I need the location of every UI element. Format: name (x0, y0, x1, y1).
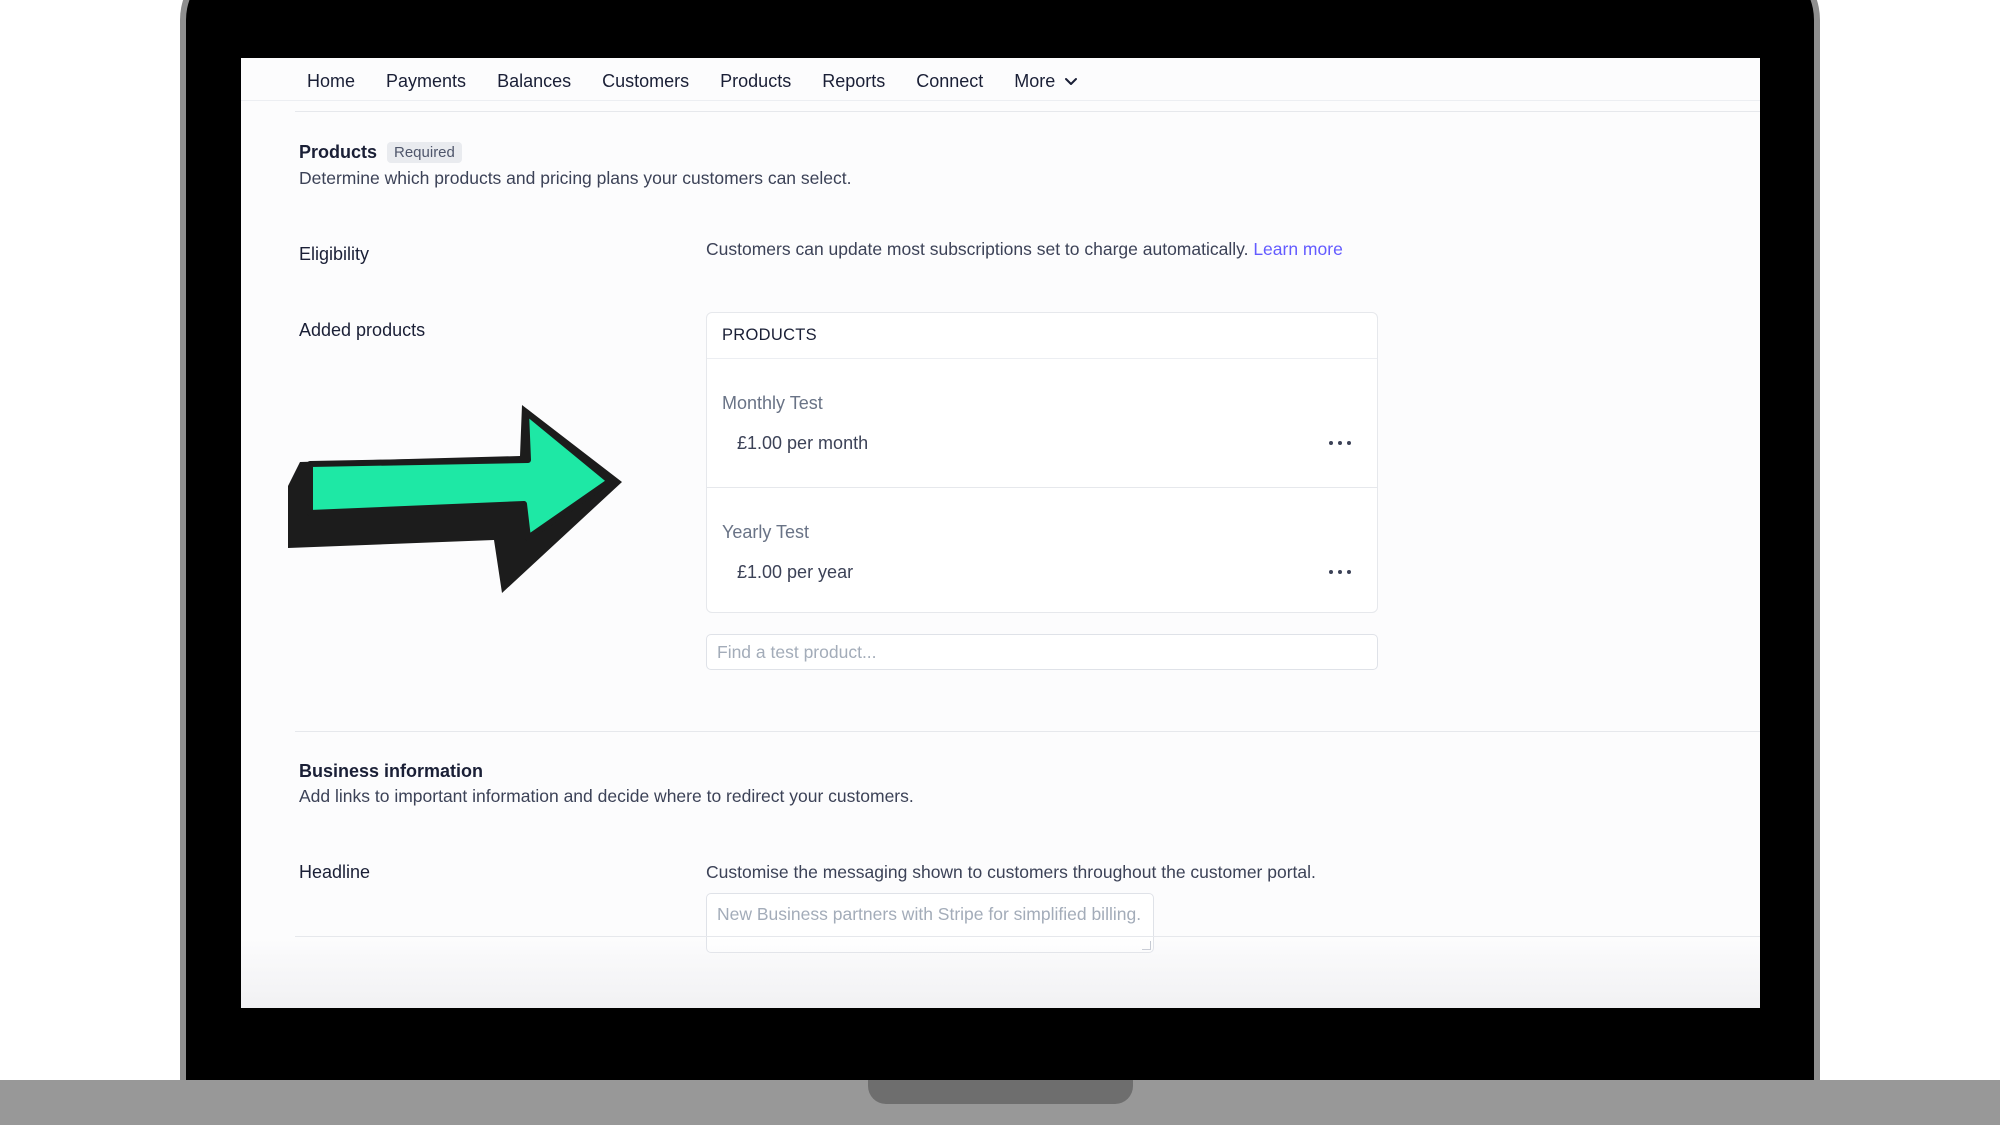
headline-description: Customise the messaging shown to custome… (706, 862, 1316, 882)
product-price: £1.00 per month (737, 433, 869, 453)
nav-home[interactable]: Home (307, 71, 355, 92)
top-nav: Home Payments Balances Customers Product… (307, 66, 1079, 96)
nav-payments[interactable]: Payments (386, 71, 466, 92)
more-actions-icon[interactable] (1329, 435, 1351, 451)
product-name: Monthly Test (722, 393, 823, 413)
nav-more-label: More (1014, 70, 1056, 91)
products-table-header: PRODUCTS (707, 313, 1377, 359)
nav-balances[interactable]: Balances (497, 71, 571, 92)
screen-bottom-fade (241, 938, 1760, 1008)
business-section-title: Business information (299, 761, 484, 781)
chevron-down-icon (1065, 78, 1078, 85)
sticky-footer-divider (295, 936, 1760, 937)
product-price: £1.00 per year (737, 562, 854, 582)
find-product-input[interactable] (706, 634, 1378, 670)
headline-placeholder: New Business partners with Stripe for si… (717, 904, 1142, 924)
headline-label: Headline (299, 862, 371, 882)
business-section-description: Add links to important information and d… (299, 786, 914, 806)
eligibility-label: Eligibility (299, 244, 370, 264)
section-divider (295, 111, 1760, 112)
eligibility-text: Customers can update most subscriptions … (706, 239, 1343, 260)
learn-more-link[interactable]: Learn more (1253, 239, 1343, 259)
nav-products[interactable]: Products (720, 71, 791, 92)
arrow-pointer-graphic (288, 405, 622, 593)
products-section-title: Products (299, 142, 378, 162)
product-name: Yearly Test (722, 522, 810, 542)
nav-more[interactable]: More (1014, 71, 1079, 92)
section-divider (295, 731, 1760, 732)
products-section-description: Determine which products and pricing pla… (299, 168, 852, 188)
added-products-label: Added products (299, 320, 426, 340)
products-table: PRODUCTS Monthly Test £1.00 per month Ye… (706, 312, 1378, 613)
laptop-notch (868, 1080, 1133, 1104)
eligibility-description: Customers can update most subscriptions … (706, 239, 1249, 259)
nav-connect[interactable]: Connect (916, 71, 983, 92)
nav-reports[interactable]: Reports (822, 71, 885, 92)
nav-customers[interactable]: Customers (602, 71, 689, 92)
nav-divider (241, 100, 1760, 101)
required-badge: Required (387, 142, 462, 163)
product-row: Yearly Test £1.00 per year (707, 488, 1377, 616)
more-actions-icon[interactable] (1329, 564, 1351, 580)
product-row: Monthly Test £1.00 per month (707, 359, 1377, 488)
